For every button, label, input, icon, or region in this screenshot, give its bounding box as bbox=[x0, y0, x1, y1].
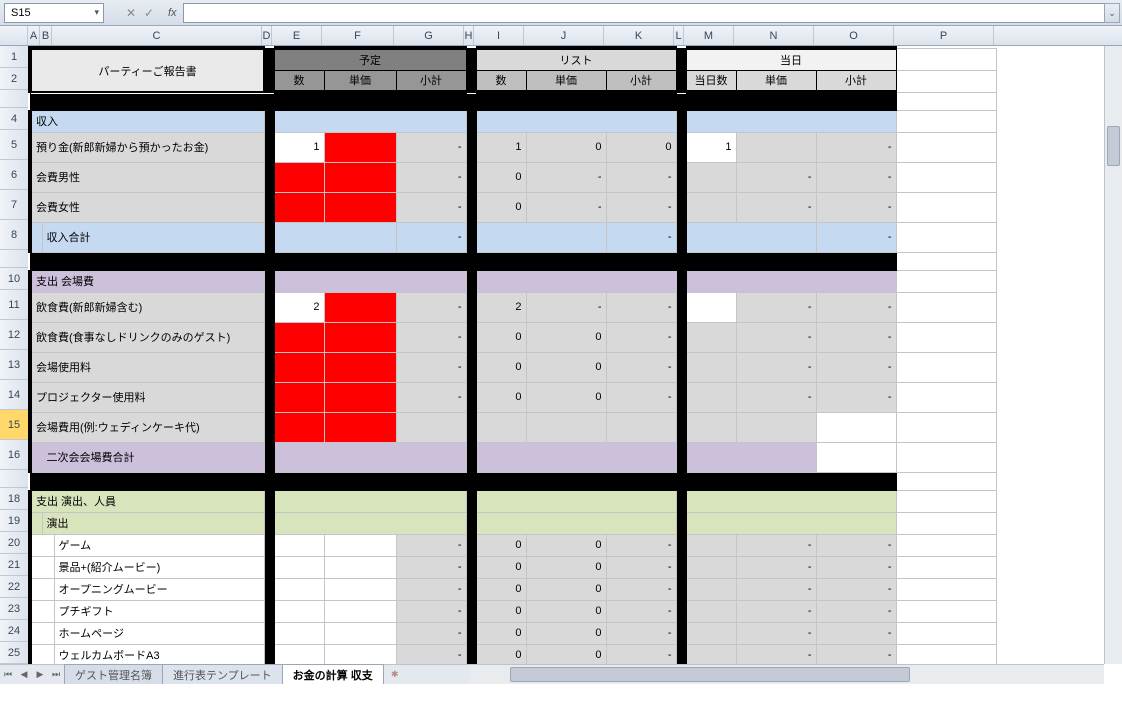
fx-icon[interactable]: fx bbox=[168, 7, 177, 19]
cancel-icon: ✕ bbox=[122, 6, 140, 20]
row-header-8[interactable]: 8 bbox=[0, 220, 28, 250]
col-header-P[interactable]: P bbox=[894, 26, 994, 45]
row-header-10[interactable]: 10 bbox=[0, 268, 28, 290]
col-header-E[interactable]: E bbox=[272, 26, 322, 45]
col-header-K[interactable]: K bbox=[604, 26, 674, 45]
row-header-4[interactable]: 4 bbox=[0, 108, 28, 130]
col-header-A[interactable]: A bbox=[28, 26, 40, 45]
row-header-25[interactable]: 25 bbox=[0, 642, 28, 664]
col-header-F[interactable]: F bbox=[322, 26, 394, 45]
select-all-corner[interactable] bbox=[0, 26, 28, 45]
col-header-M[interactable]: M bbox=[684, 26, 734, 45]
sheet-tab-3[interactable]: お金の計算 収支 bbox=[282, 664, 384, 684]
sheet-tab-2[interactable]: 進行表テンプレート bbox=[162, 664, 283, 684]
row-header-16[interactable]: 16 bbox=[0, 440, 28, 470]
row-header-5[interactable]: 5 bbox=[0, 130, 28, 160]
row-headers: 1245678101112131415161819202122232425262… bbox=[0, 46, 28, 684]
col-header-H[interactable]: H bbox=[464, 26, 474, 45]
scroll-thumb[interactable] bbox=[510, 667, 910, 682]
spreadsheet: ABCDEFGHIJKLMNOP 12456781011121314151618… bbox=[0, 26, 1122, 684]
row-header-[interactable] bbox=[0, 470, 28, 488]
row-header-[interactable] bbox=[0, 250, 28, 268]
row-header-19[interactable]: 19 bbox=[0, 510, 28, 532]
formula-bar: S15 ✕ ✓ fx ⌄ bbox=[0, 0, 1122, 26]
column-headers: ABCDEFGHIJKLMNOP bbox=[0, 26, 1122, 46]
row-header-1[interactable]: 1 bbox=[0, 46, 28, 68]
name-box[interactable]: S15 bbox=[4, 3, 104, 23]
col-header-O[interactable]: O bbox=[814, 26, 894, 45]
row-header-15[interactable]: 15 bbox=[0, 410, 28, 440]
col-header-J[interactable]: J bbox=[524, 26, 604, 45]
row-header-13[interactable]: 13 bbox=[0, 350, 28, 380]
scroll-thumb[interactable] bbox=[1107, 126, 1120, 166]
cells-area[interactable]: パーティーご報告書予定リスト当日数単価小計数単価小計当日数単価小計収入預り金(新… bbox=[28, 46, 1122, 684]
new-sheet-icon[interactable]: ✱ bbox=[387, 669, 403, 680]
row-header-11[interactable]: 11 bbox=[0, 290, 28, 320]
col-header-L[interactable]: L bbox=[674, 26, 684, 45]
sheet-tab-1[interactable]: ゲスト管理名簿 bbox=[64, 664, 163, 684]
row-header-14[interactable]: 14 bbox=[0, 380, 28, 410]
horizontal-scrollbar[interactable] bbox=[470, 664, 1104, 684]
col-header-G[interactable]: G bbox=[394, 26, 464, 45]
row-header-2[interactable]: 2 bbox=[0, 68, 28, 90]
row-header-20[interactable]: 20 bbox=[0, 532, 28, 554]
name-box-value: S15 bbox=[11, 7, 31, 19]
tab-nav-last-icon[interactable]: ⏭ bbox=[48, 669, 64, 680]
col-header-B[interactable]: B bbox=[40, 26, 52, 45]
col-header-C[interactable]: C bbox=[52, 26, 262, 45]
formula-input[interactable] bbox=[183, 3, 1118, 23]
row-header-12[interactable]: 12 bbox=[0, 320, 28, 350]
col-header-I[interactable]: I bbox=[474, 26, 524, 45]
row-header-23[interactable]: 23 bbox=[0, 598, 28, 620]
row-header-21[interactable]: 21 bbox=[0, 554, 28, 576]
vertical-scrollbar[interactable] bbox=[1104, 46, 1122, 664]
row-header-7[interactable]: 7 bbox=[0, 190, 28, 220]
sheet-tabs: ⏮ ◀ ▶ ⏭ ゲスト管理名簿 進行表テンプレート お金の計算 収支 ✱ bbox=[0, 664, 470, 684]
confirm-icon: ✓ bbox=[140, 6, 158, 20]
row-header-22[interactable]: 22 bbox=[0, 576, 28, 598]
row-header-[interactable] bbox=[0, 90, 28, 108]
tab-nav-next-icon[interactable]: ▶ bbox=[32, 669, 48, 680]
tab-nav-first-icon[interactable]: ⏮ bbox=[0, 669, 16, 680]
row-header-18[interactable]: 18 bbox=[0, 488, 28, 510]
tab-nav-prev-icon[interactable]: ◀ bbox=[16, 669, 32, 680]
row-header-24[interactable]: 24 bbox=[0, 620, 28, 642]
col-header-D[interactable]: D bbox=[262, 26, 272, 45]
col-header-N[interactable]: N bbox=[734, 26, 814, 45]
expand-formula-icon[interactable]: ⌄ bbox=[1104, 3, 1120, 23]
row-header-6[interactable]: 6 bbox=[0, 160, 28, 190]
